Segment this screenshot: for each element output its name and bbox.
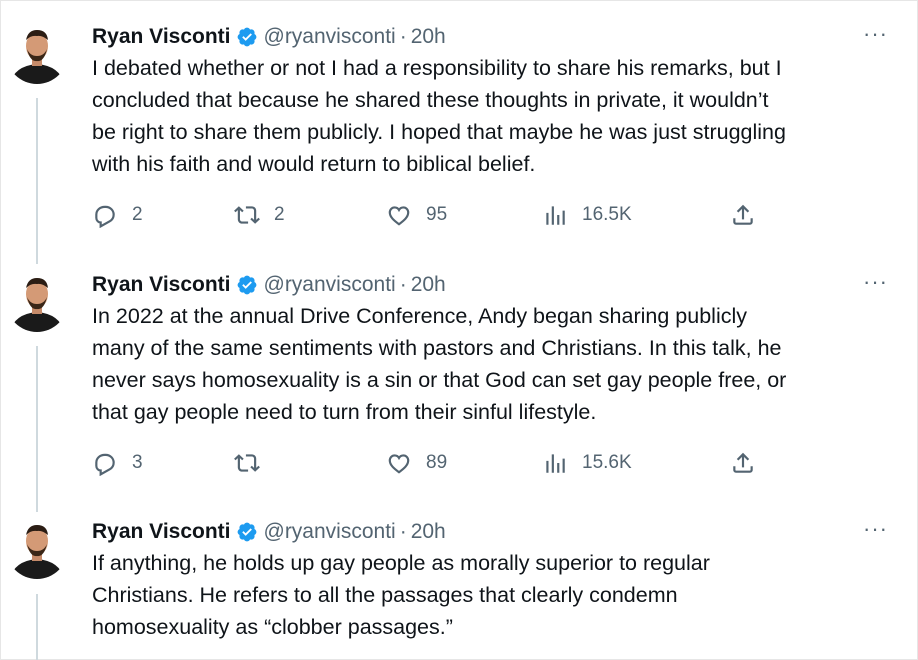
author-handle[interactable]: @ryanvisconti: [264, 520, 396, 544]
like-count: 89: [426, 452, 448, 473]
author-name[interactable]: Ryan Visconti: [92, 25, 231, 49]
reply-button[interactable]: 3: [92, 450, 143, 476]
author-handle[interactable]: @ryanvisconti: [264, 25, 396, 49]
reply-count: 2: [132, 204, 143, 225]
avatar[interactable]: [6, 270, 68, 332]
share-button[interactable]: [730, 202, 756, 228]
like-icon: [388, 454, 410, 474]
avatar[interactable]: [6, 22, 68, 84]
tweet-header: Ryan Visconti @ryanvisconti · 20h: [92, 22, 446, 52]
reply-button[interactable]: 2: [92, 202, 143, 228]
like-count: 95: [426, 204, 448, 225]
tweet[interactable]: Ryan Visconti @ryanvisconti · 20h ··· In…: [0, 270, 918, 490]
tweet-text: If anything, he holds up gay people as m…: [92, 551, 710, 639]
like-icon: [388, 206, 410, 226]
more-icon[interactable]: ···: [863, 271, 888, 293]
timestamp[interactable]: 20h: [411, 520, 446, 544]
timestamp[interactable]: 20h: [411, 273, 446, 297]
repost-count: 2: [274, 204, 285, 225]
repost-icon: [234, 454, 260, 472]
like-button[interactable]: 89: [386, 450, 447, 476]
tweet-actions: 3 89 15.6K: [92, 450, 792, 480]
verified-badge-icon: [236, 274, 258, 296]
tweet-text: In 2022 at the annual Drive Conference, …: [92, 304, 787, 424]
verified-badge-icon: [236, 521, 258, 543]
views-count: 15.6K: [582, 452, 632, 473]
repost-icon: [234, 206, 260, 224]
tweet-header: Ryan Visconti @ryanvisconti · 20h: [92, 517, 446, 547]
author-name[interactable]: Ryan Visconti: [92, 520, 231, 544]
verified-badge-icon: [236, 26, 258, 48]
views-icon: [546, 206, 565, 225]
views-button[interactable]: 16.5K: [542, 202, 632, 228]
views-button[interactable]: 15.6K: [542, 450, 632, 476]
views-icon: [546, 454, 565, 473]
tweet-header: Ryan Visconti @ryanvisconti · 20h: [92, 270, 446, 300]
separator-dot: ·: [399, 25, 407, 48]
author-name[interactable]: Ryan Visconti: [92, 273, 231, 297]
avatar[interactable]: [6, 517, 68, 579]
tweet-text: I debated whether or not I had a respons…: [92, 56, 786, 176]
separator-dot: ·: [399, 273, 407, 296]
tweet[interactable]: Ryan Visconti @ryanvisconti · 20h ··· If…: [0, 517, 918, 657]
separator-dot: ·: [399, 520, 407, 543]
reply-icon: [95, 453, 115, 476]
views-count: 16.5K: [582, 204, 632, 225]
share-icon: [733, 452, 753, 473]
timestamp[interactable]: 20h: [411, 25, 446, 49]
repost-button[interactable]: [234, 450, 274, 476]
tweet[interactable]: Ryan Visconti @ryanvisconti · 20h ··· I …: [0, 22, 918, 242]
share-icon: [733, 204, 753, 225]
author-handle[interactable]: @ryanvisconti: [264, 273, 396, 297]
tweet-actions: 2 2 95 16.5K: [92, 202, 792, 232]
share-button[interactable]: [730, 450, 756, 476]
more-icon[interactable]: ···: [863, 518, 888, 540]
repost-button[interactable]: 2: [234, 202, 285, 228]
more-icon[interactable]: ···: [863, 23, 888, 45]
like-button[interactable]: 95: [386, 202, 447, 228]
reply-icon: [95, 205, 115, 228]
reply-count: 3: [132, 452, 143, 473]
